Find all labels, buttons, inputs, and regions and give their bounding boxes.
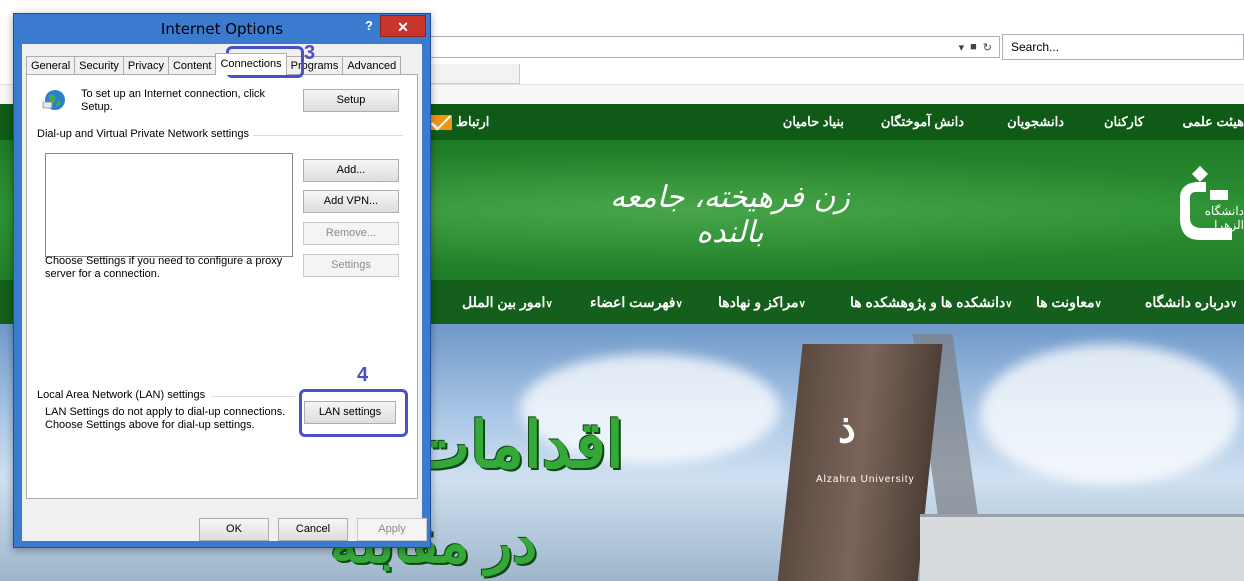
top-nav-item[interactable]: دانشجویان [1007, 104, 1064, 140]
chevron-down-icon: ∨ [545, 299, 553, 310]
main-nav-about[interactable]: ∨درباره دانشگاه [1145, 280, 1243, 324]
internet-options-dialog: Internet Options ? ✕ General Security Pr… [13, 13, 431, 548]
tab-general[interactable]: General [26, 56, 76, 75]
setup-description: To set up an Internet connection, click … [81, 88, 266, 113]
ok-button[interactable]: OK [199, 518, 269, 541]
proxy-description: Choose Settings if you need to configure… [45, 255, 283, 280]
cloud [980, 344, 1240, 484]
close-button[interactable]: ✕ [380, 15, 426, 37]
help-button[interactable]: ? [361, 18, 377, 34]
top-nav-item[interactable]: دانش آموختگان [881, 104, 964, 140]
globe-icon [42, 90, 65, 110]
main-nav-label: امور بین الملل [462, 294, 546, 310]
logo-caption: دانشگاه الزهرا [1204, 204, 1244, 232]
main-nav-centers[interactable]: ∨مراکز و نهادها [718, 280, 812, 324]
add-button[interactable]: Add... [303, 159, 399, 182]
chevron-down-icon: ∨ [1229, 299, 1238, 310]
connections-list[interactable] [45, 153, 293, 257]
dialog-body: General Security Privacy Content Connect… [22, 44, 427, 541]
site-slogan: زن فرهیخته، جامعه بالنده [610, 180, 850, 250]
chevron-down-icon: ∨ [1094, 299, 1102, 310]
main-nav-international[interactable]: ∨امور بین الملل [462, 280, 559, 324]
hero-title: اقدامات [410, 409, 624, 481]
step-3-label: 3 [304, 42, 316, 64]
tower-caption: Alzahra University [816, 474, 915, 485]
building [920, 514, 1244, 581]
search-input[interactable]: Search... [1002, 34, 1244, 60]
remove-button[interactable]: Remove... [303, 222, 399, 245]
main-nav-label: دانشکده ها و پژوهشکده ها [850, 294, 1006, 310]
tab-privacy[interactable]: Privacy [122, 56, 169, 75]
step-4-highlight [299, 389, 408, 437]
top-nav-item[interactable]: هیئت علمی [1183, 104, 1244, 140]
main-nav-label: معاونت ها [1036, 294, 1095, 310]
apply-button[interactable]: Apply [357, 518, 427, 541]
chevron-down-icon: ∨ [675, 299, 683, 310]
top-nav-item[interactable]: کارکنان [1104, 104, 1144, 140]
main-nav-label: فهرست اعضاء [590, 294, 676, 310]
university-tower [777, 344, 943, 581]
tab-connections[interactable]: Connections [215, 53, 287, 75]
setup-button[interactable]: Setup [303, 89, 399, 112]
tab-content[interactable]: Content [167, 56, 217, 75]
tower-logo: ذ [838, 407, 856, 451]
cancel-button[interactable]: Cancel [278, 518, 348, 541]
top-nav-item[interactable]: بنیاد حامیان [783, 104, 844, 140]
dialup-group-label: Dial-up and Virtual Private Network sett… [37, 128, 249, 140]
group-divider [211, 396, 295, 397]
lan-description: LAN Settings do not apply to dial-up con… [45, 406, 286, 431]
dialog-tabs: General Security Privacy Content Connect… [26, 53, 402, 75]
tab-security[interactable]: Security [74, 56, 124, 75]
settings-button[interactable]: Settings [303, 254, 399, 277]
address-controls: ▾ ■ ↻ [930, 36, 1000, 58]
tab-advanced[interactable]: Advanced [342, 56, 402, 75]
chevron-down-icon: ∨ [1005, 299, 1013, 310]
dropdown-icon[interactable]: ▾ [959, 41, 965, 54]
main-nav-faculties[interactable]: ∨دانشکده ها و پژوهشکده ها [850, 280, 1019, 324]
address-bar[interactable] [380, 36, 1000, 58]
group-divider [253, 135, 403, 136]
main-nav-label: مراکز و نهادها [718, 294, 799, 310]
lan-group-label: Local Area Network (LAN) settings [37, 389, 206, 401]
contact-link[interactable]: ارتباط [430, 112, 489, 132]
add-vpn-button[interactable]: Add VPN... [303, 190, 399, 213]
main-nav-label: درباره دانشگاه [1145, 294, 1230, 310]
lock-icon: ■ [970, 41, 977, 53]
mail-icon [430, 114, 452, 130]
dialog-title-bar[interactable]: Internet Options ? ✕ [14, 14, 430, 44]
chevron-down-icon: ∨ [798, 299, 806, 310]
contact-label: ارتباط [456, 114, 490, 129]
main-nav-deputies[interactable]: ∨معاونت ها [1036, 280, 1108, 324]
step-4-label: 4 [357, 364, 369, 386]
refresh-icon[interactable]: ↻ [983, 41, 992, 54]
main-nav-members[interactable]: ∨فهرست اعضاء [590, 280, 689, 324]
